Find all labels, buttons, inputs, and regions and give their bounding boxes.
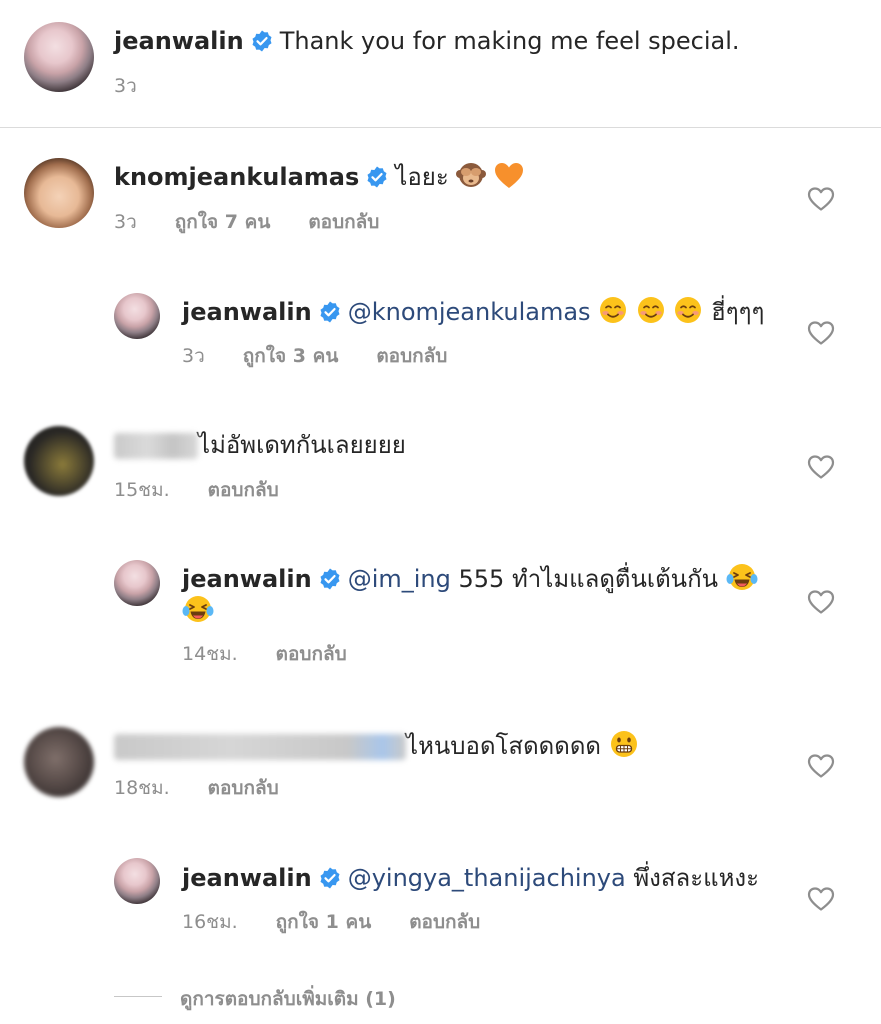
view-more-replies-button[interactable]: ดูการตอบกลับเพิ่มเติม (1) xyxy=(180,984,396,1014)
timestamp: 3ว xyxy=(114,211,137,233)
like-heart-icon[interactable] xyxy=(807,589,835,615)
comment-line: ไหนบอดโสดดดดด xyxy=(114,729,639,763)
comment-line: knomjeankulamas ไอยะ xyxy=(114,160,524,194)
caption-meta: 3ว xyxy=(114,74,175,98)
timestamp: 3ว xyxy=(182,345,205,367)
verified-badge-icon xyxy=(252,30,272,52)
smiling-face-icon xyxy=(675,297,702,323)
likes-count[interactable]: ถูกใจ 7 คน xyxy=(175,211,271,233)
caption-line: jeanwalin Thank you for making me feel sp… xyxy=(114,24,740,58)
avatar[interactable] xyxy=(114,858,160,904)
mention-link[interactable]: @im_ing xyxy=(348,565,451,593)
comment-text: ไม่อัพเดทกันเลยยยย xyxy=(198,431,406,459)
blurred-username[interactable] xyxy=(114,433,198,459)
avatar[interactable] xyxy=(24,22,94,92)
like-heart-icon[interactable] xyxy=(807,454,835,480)
timestamp: 3ว xyxy=(114,75,137,97)
see-no-evil-monkey-icon xyxy=(456,163,487,187)
comment-meta: 18ชม. ตอบกลับ xyxy=(114,776,317,800)
comment-line: ไม่อัพเดทกันเลยยยย xyxy=(114,428,406,462)
reply-button[interactable]: ตอบกลับ xyxy=(208,777,279,799)
avatar[interactable] xyxy=(24,158,94,228)
orange-heart-icon xyxy=(495,163,524,188)
comment-text: ไอยะ xyxy=(395,163,449,191)
like-heart-icon[interactable] xyxy=(807,186,835,212)
like-heart-icon[interactable] xyxy=(807,320,835,346)
avatar[interactable] xyxy=(114,560,160,606)
comment-line: jeanwalin @im_ing 555 ทำไมแลดูตื่นเต้นกัน xyxy=(182,562,758,596)
username[interactable]: knomjeankulamas xyxy=(114,163,359,191)
avatar[interactable] xyxy=(114,293,160,339)
like-heart-icon[interactable] xyxy=(807,753,835,779)
username[interactable]: jeanwalin xyxy=(182,565,312,593)
comment-text: ฮี่ๆๆๆ xyxy=(711,298,765,326)
smiling-face-icon xyxy=(600,297,627,323)
comment-meta: 14ชม. ตอบกลับ xyxy=(182,642,385,666)
tears-of-joy-icon xyxy=(182,596,214,622)
mention-link[interactable]: @yingya_thanijachinya xyxy=(348,864,626,892)
verified-badge-icon xyxy=(367,166,387,188)
timestamp: 15ชม. xyxy=(114,479,170,501)
blurred-username[interactable] xyxy=(114,734,406,760)
verified-badge-icon xyxy=(320,301,340,323)
username[interactable]: jeanwalin xyxy=(114,27,244,55)
like-heart-icon[interactable] xyxy=(807,886,835,912)
mention-link[interactable]: @knomjeankulamas xyxy=(348,298,591,326)
comment-meta: 16ชม. ถูกใจ 1 คน ตอบกลับ xyxy=(182,910,518,934)
divider xyxy=(0,127,881,128)
comment-text: 555 ทำไมแลดูตื่นเต้นกัน xyxy=(458,565,719,593)
comment-meta: 3ว ถูกใจ 7 คน ตอบกลับ xyxy=(114,210,417,234)
comment-meta: 3ว ถูกใจ 3 คน ตอบกลับ xyxy=(182,344,485,368)
view-more-divider xyxy=(114,996,162,997)
smiling-face-icon xyxy=(637,297,664,323)
comment-meta: 15ชม. ตอบกลับ xyxy=(114,478,317,502)
comment-line: jeanwalin @yingya_thanijachinya พึ่งสละแห… xyxy=(182,861,759,895)
verified-badge-icon xyxy=(320,867,340,889)
timestamp: 18ชม. xyxy=(114,777,170,799)
likes-count[interactable]: ถูกใจ 1 คน xyxy=(276,911,372,933)
comment-text: ไหนบอดโสดดดดด xyxy=(406,732,601,760)
reply-button[interactable]: ตอบกลับ xyxy=(276,643,347,665)
tears-of-joy-icon xyxy=(726,564,758,590)
caption-text: Thank you for making me feel special. xyxy=(279,27,740,55)
reply-button[interactable]: ตอบกลับ xyxy=(208,479,279,501)
reply-button[interactable]: ตอบกลับ xyxy=(308,211,379,233)
timestamp: 16ชม. xyxy=(182,911,238,933)
comment-line: jeanwalin @knomjeankulamas ฮี่ๆๆๆ xyxy=(182,295,764,329)
comment-line-wrap xyxy=(182,594,214,628)
username[interactable]: jeanwalin xyxy=(182,298,312,326)
avatar[interactable] xyxy=(24,426,94,496)
timestamp: 14ชม. xyxy=(182,643,238,665)
username[interactable]: jeanwalin xyxy=(182,864,312,892)
avatar[interactable] xyxy=(24,727,94,797)
reply-button[interactable]: ตอบกลับ xyxy=(409,911,480,933)
likes-count[interactable]: ถูกใจ 3 คน xyxy=(243,345,339,367)
comment-text: พึ่งสละแหงะ xyxy=(633,864,760,892)
verified-badge-icon xyxy=(320,568,340,590)
reply-button[interactable]: ตอบกลับ xyxy=(376,345,447,367)
grimacing-face-icon xyxy=(610,731,637,757)
